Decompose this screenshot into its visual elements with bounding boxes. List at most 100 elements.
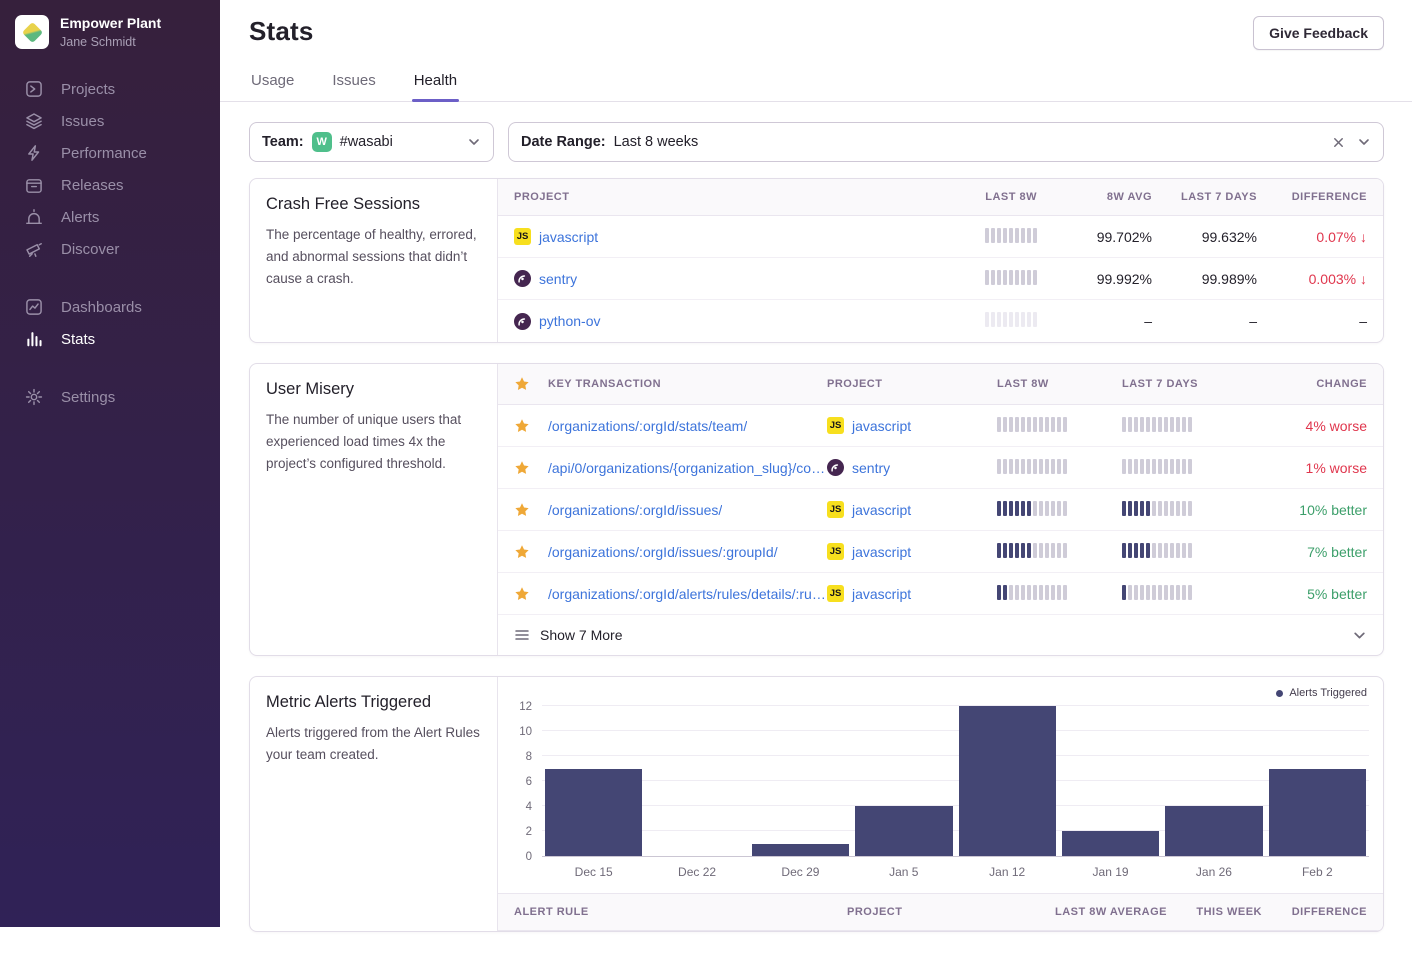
- show-more-button[interactable]: Show 7 More: [498, 615, 1383, 655]
- project-link[interactable]: sentry: [852, 460, 890, 476]
- x-tick-label: Dec 22: [645, 865, 748, 879]
- metric-alerts-info: Metric Alerts Triggered Alerts triggered…: [250, 677, 498, 931]
- chart-x-axis: Dec 15Dec 22Dec 29Jan 5Jan 12Jan 19Jan 2…: [542, 865, 1369, 879]
- give-feedback-button[interactable]: Give Feedback: [1253, 16, 1384, 50]
- transaction-link[interactable]: /api/0/organizations/{organization_slug}…: [548, 460, 827, 476]
- sidebar-nav: Projects Issues PerformanceReleases Alerts D…: [0, 73, 220, 413]
- sparkline: [997, 417, 1067, 432]
- bar-slot: [852, 707, 955, 856]
- javascript-platform-icon: JS: [827, 501, 844, 518]
- column-header: THIS WEEK: [1196, 906, 1262, 918]
- alerts-icon: [25, 208, 43, 226]
- nav-section: Settings: [0, 381, 220, 413]
- project-link[interactable]: javascript: [852, 586, 911, 602]
- y-tick-label: 4: [526, 801, 532, 813]
- sidebar-item-discover[interactable]: Discover: [0, 233, 220, 265]
- chevron-down-icon[interactable]: [1357, 135, 1371, 149]
- team-select[interactable]: Team: W #wasabi: [249, 122, 494, 162]
- transaction-link[interactable]: /organizations/:orgId/stats/team/: [548, 418, 747, 434]
- last-8w-sparkline-cell: [997, 501, 1122, 519]
- tab-issues[interactable]: Issues: [330, 64, 377, 101]
- y-tick-label: 12: [519, 701, 532, 713]
- bar-slot: [542, 707, 645, 856]
- main-header: Stats Give Feedback: [220, 0, 1412, 50]
- transaction-link[interactable]: /organizations/:orgId/alerts/rules/detai…: [548, 586, 827, 602]
- user-misery-info: User Misery The number of unique users t…: [250, 364, 498, 655]
- user-misery-table: KEY TRANSACTIONPROJECTLAST 8WLAST 7 DAYS…: [498, 364, 1383, 655]
- sidebar-item-dashboards[interactable]: Dashboards: [0, 291, 220, 323]
- sidebar-item-settings[interactable]: Settings: [0, 381, 220, 413]
- main-content: Stats Give Feedback Usage Issues Health Te…: [220, 0, 1412, 927]
- sidebar-item-stats[interactable]: Stats: [0, 323, 220, 355]
- empower-plant-gem-icon: [21, 21, 42, 42]
- y-tick-label: 10: [519, 726, 532, 738]
- table-row: /organizations/:orgId/stats/team/JSjavas…: [498, 405, 1383, 447]
- bar-feb-2: [1269, 769, 1366, 857]
- panel-description: The percentage of healthy, errored, and …: [266, 224, 481, 290]
- column-header: LAST 8W: [985, 191, 1037, 203]
- table-header: PROJECTLAST 8W8W AVGLAST 7 DAYSDIFFERENC…: [498, 179, 1383, 216]
- project-link[interactable]: python-ov: [539, 313, 600, 329]
- sparkline: [997, 543, 1067, 558]
- tab-usage[interactable]: Usage: [249, 64, 296, 101]
- clear-date-range-icon[interactable]: [1332, 136, 1345, 149]
- tab-health[interactable]: Health: [412, 64, 459, 101]
- sidebar-item-label: Projects: [61, 81, 115, 98]
- bar-dec-29: [752, 844, 849, 857]
- transaction-link[interactable]: /organizations/:orgId/issues/:groupId/: [548, 544, 778, 560]
- bar-jan-19: [1062, 831, 1159, 856]
- sparkline: [985, 228, 1037, 243]
- last-7-days-sparkline-cell: [1122, 543, 1267, 561]
- star-icon[interactable]: [514, 418, 548, 434]
- column-header: PROJECT: [847, 906, 1032, 918]
- last-7-days-value: –: [1249, 313, 1257, 329]
- org-logo: [15, 15, 49, 49]
- star-icon[interactable]: [514, 460, 548, 476]
- star-icon[interactable]: [514, 544, 548, 560]
- sidebar-item-releases[interactable]: Releases: [0, 169, 220, 201]
- avg-8w-value: –: [1144, 313, 1152, 329]
- star-icon[interactable]: [514, 586, 548, 602]
- project-cell: JSjavascript: [827, 543, 997, 560]
- last-8w-sparkline-cell: [985, 228, 1037, 246]
- sidebar-item-projects[interactable]: Projects: [0, 73, 220, 105]
- x-tick-label: Jan 12: [956, 865, 1059, 879]
- org-info: Empower Plant Jane Schmidt: [60, 15, 161, 49]
- date-range-value: Last 8 weeks: [614, 134, 699, 150]
- transaction-cell: /organizations/:orgId/alerts/rules/detai…: [548, 586, 827, 602]
- chevron-down-icon: [1352, 628, 1367, 643]
- x-tick-label: Jan 26: [1162, 865, 1265, 879]
- project-link[interactable]: javascript: [852, 544, 911, 560]
- sidebar-item-performance[interactable]: Performance: [0, 137, 220, 169]
- sidebar-item-issues[interactable]: Issues: [0, 105, 220, 137]
- project-link[interactable]: javascript: [539, 229, 598, 245]
- star-icon[interactable]: [514, 502, 548, 518]
- sidebar-item-label: Settings: [61, 389, 115, 406]
- sparkline: [1122, 417, 1192, 432]
- issues-icon: [25, 112, 43, 130]
- sidebar-item-label: Issues: [61, 113, 104, 130]
- project-link[interactable]: javascript: [852, 502, 911, 518]
- y-tick-label: 2: [526, 826, 532, 838]
- user-misery-panel: User Misery The number of unique users t…: [249, 363, 1384, 656]
- transaction-link[interactable]: /organizations/:orgId/issues/: [548, 502, 722, 518]
- column-header: DIFFERENCE: [1292, 191, 1367, 203]
- y-tick-label: 6: [526, 776, 532, 788]
- sidebar-item-label: Stats: [61, 331, 95, 348]
- sparkline: [997, 501, 1067, 516]
- last-7-days-sparkline-cell: [1122, 459, 1267, 477]
- nav-section: Dashboards Stats: [0, 291, 220, 355]
- sentry-platform-icon: [827, 459, 844, 476]
- project-link[interactable]: sentry: [539, 271, 577, 287]
- sparkline: [1122, 459, 1192, 474]
- chevron-down-icon[interactable]: [467, 135, 481, 149]
- date-range-select[interactable]: Date Range: Last 8 weeks: [508, 122, 1384, 162]
- transaction-cell: /organizations/:orgId/issues/:groupId/: [548, 544, 827, 560]
- sidebar-item-label: Alerts: [61, 209, 99, 226]
- sidebar-item-alerts[interactable]: Alerts: [0, 201, 220, 233]
- column-header: LAST 7 DAYS: [1181, 191, 1257, 203]
- org-switcher[interactable]: Empower Plant Jane Schmidt: [0, 0, 220, 63]
- project-link[interactable]: javascript: [852, 418, 911, 434]
- table-header: KEY TRANSACTIONPROJECTLAST 8WLAST 7 DAYS…: [498, 364, 1383, 405]
- sidebar-item-label: Dashboards: [61, 299, 142, 316]
